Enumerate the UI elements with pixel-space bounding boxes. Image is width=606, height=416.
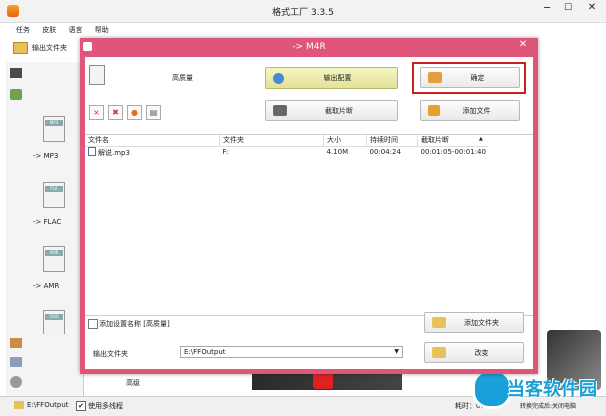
add-plus-icon — [428, 105, 440, 116]
menu-help[interactable]: 帮助 — [95, 26, 109, 34]
main-titlebar: 格式工厂 3.3.5 ─ ☐ ✕ — [0, 0, 606, 23]
add-file-label: 添加文件 — [462, 106, 491, 115]
col-duration[interactable]: 持续时间 — [366, 135, 418, 146]
video-category-icon[interactable] — [10, 68, 22, 78]
info-icon[interactable]: ▤ — [146, 105, 161, 120]
minimize-button[interactable]: ─ — [540, 3, 554, 17]
table-header-row: 文件名 文件夹 大小 持续时间 截取片断 — [85, 135, 488, 146]
dialog-close-button[interactable]: ✕ — [514, 39, 532, 54]
sidebar-item-amr[interactable]: AMR -> AMR — [23, 240, 85, 298]
sidebar-item-label: -> MP3 — [33, 152, 59, 160]
table-row[interactable]: 解说.mp3 F: 4.10M 00:04:24 00:01:05-00:01:… — [85, 146, 488, 158]
output-folder-select[interactable]: E:\FFOutput ▼ — [180, 346, 403, 358]
sidebar-item-ogg[interactable]: OGG — [23, 304, 85, 334]
banner-red-icon — [313, 372, 333, 389]
quality-label: 高质量 — [172, 74, 193, 82]
add-file-button[interactable]: 添加文件 — [420, 100, 520, 121]
sidebar-item-label: -> FLAC — [33, 218, 62, 226]
ok-button[interactable]: 确定 — [420, 67, 520, 88]
file-clip: 00:01:05-00:01:40 — [420, 148, 486, 156]
dialog-body: 高质量 输出配置 确定 × ✖ ● ▤ 截取片断 添加文件 文件名 文件夹 大小… — [85, 57, 533, 369]
output-folder-label: 输出文件夹 — [93, 350, 128, 358]
file-duration: 00:04:24 — [369, 148, 401, 156]
status-path[interactable]: E:\FFOutput — [27, 401, 69, 409]
sidebar-item-flac[interactable]: FLA -> FLAC — [23, 176, 85, 234]
add-folder-label: 添加文件夹 — [464, 318, 499, 327]
menu-skin[interactable]: 皮肤 — [42, 26, 56, 34]
clip-film-icon — [273, 105, 287, 116]
clip-label: 截取片断 — [325, 106, 353, 115]
add-setting-checkbox[interactable] — [88, 319, 98, 329]
config-disc-icon — [273, 72, 284, 84]
audio-file-icon — [88, 146, 96, 156]
ok-arrow-icon — [428, 72, 442, 83]
close-window-button[interactable]: ✕ — [584, 2, 600, 18]
advanced-category-icon[interactable] — [10, 376, 22, 388]
multithread-label: 使用多线程 — [88, 402, 123, 410]
play-icon[interactable]: ● — [127, 105, 142, 120]
watermark-logo-icon — [472, 369, 512, 409]
sort-arrow-icon: ▲ — [479, 136, 483, 142]
add-folder-button[interactable]: 添加文件夹 — [424, 312, 524, 333]
add-folder-icon — [432, 317, 446, 328]
document-category-icon[interactable] — [10, 357, 22, 367]
output-config-button[interactable]: 输出配置 — [265, 67, 398, 89]
advanced-label[interactable]: 高级 — [126, 378, 140, 388]
output-config-label: 输出配置 — [323, 74, 352, 82]
status-folder-icon — [14, 401, 24, 409]
file-table: 文件名 文件夹 大小 持续时间 截取片断 解说.mp3 F: 4.10M 00:… — [85, 135, 488, 158]
col-filename[interactable]: 文件名 — [85, 135, 220, 146]
col-clip[interactable]: 截取片断 — [418, 135, 489, 146]
col-folder[interactable]: 文件夹 — [219, 135, 324, 146]
change-folder-icon — [432, 347, 446, 358]
ogg-file-icon: OGG — [43, 310, 65, 334]
shutdown-after-label: 转换完成后:关闭电脑 — [520, 403, 577, 410]
file-list: 文件名 文件夹 大小 持续时间 截取片断 解说.mp3 F: 4.10M 00:… — [85, 134, 533, 316]
change-button[interactable]: 改变 — [424, 342, 524, 363]
menu-language[interactable]: 语言 — [68, 26, 82, 34]
add-setting-label: 添加设置名称 [高质量] — [99, 320, 170, 328]
window-title: 格式工厂 3.3.5 — [272, 8, 334, 18]
clip-button[interactable]: 截取片断 — [265, 100, 398, 121]
toolbar-output-folder[interactable]: 输出文件夹 — [13, 40, 79, 56]
ok-label: 确定 — [470, 73, 485, 82]
audio-category-icon[interactable] — [10, 89, 22, 100]
file-folder: F: — [222, 148, 229, 156]
maximize-button[interactable]: ☐ — [561, 3, 575, 17]
sidebar: MP3 -> MP3 FLA -> FLAC AMR -> AMR OGG — [6, 62, 84, 396]
mp3-file-icon: MP3 — [43, 116, 65, 142]
dialog-title: -> M4R — [292, 42, 326, 52]
sidebar-item-label: -> AMR — [33, 282, 60, 290]
output-folder-value: E:\FFOutput — [184, 348, 226, 356]
multithread-checkbox[interactable]: ✔ — [76, 401, 86, 411]
toolbar-output-label: 输出文件夹 — [32, 44, 67, 52]
folder-icon — [13, 42, 28, 54]
file-name: 解说.mp3 — [98, 148, 130, 157]
image-category-icon[interactable] — [10, 338, 22, 348]
m4r-format-icon — [89, 65, 105, 85]
flac-headphones-icon: FLA — [43, 182, 65, 208]
menu-bar: 任务 皮肤 语言 帮助 — [16, 25, 119, 35]
chevron-down-icon: ▼ — [394, 348, 399, 355]
change-label: 改变 — [474, 348, 489, 357]
watermark-text: 当客软件园 — [507, 379, 597, 400]
file-size: 4.10M — [326, 148, 349, 156]
dialog-m4r: -> M4R ✕ 高质量 输出配置 确定 × ✖ ● ▤ 截取片断 添加文件 文… — [80, 38, 538, 374]
remove-icon[interactable]: × — [89, 105, 104, 120]
amr-phone-icon: AMR — [43, 246, 65, 272]
col-size[interactable]: 大小 — [323, 135, 367, 146]
sidebar-item-mp3[interactable]: MP3 -> MP3 — [23, 110, 85, 168]
clear-icon[interactable]: ✖ — [108, 105, 123, 120]
menu-task[interactable]: 任务 — [16, 26, 30, 34]
